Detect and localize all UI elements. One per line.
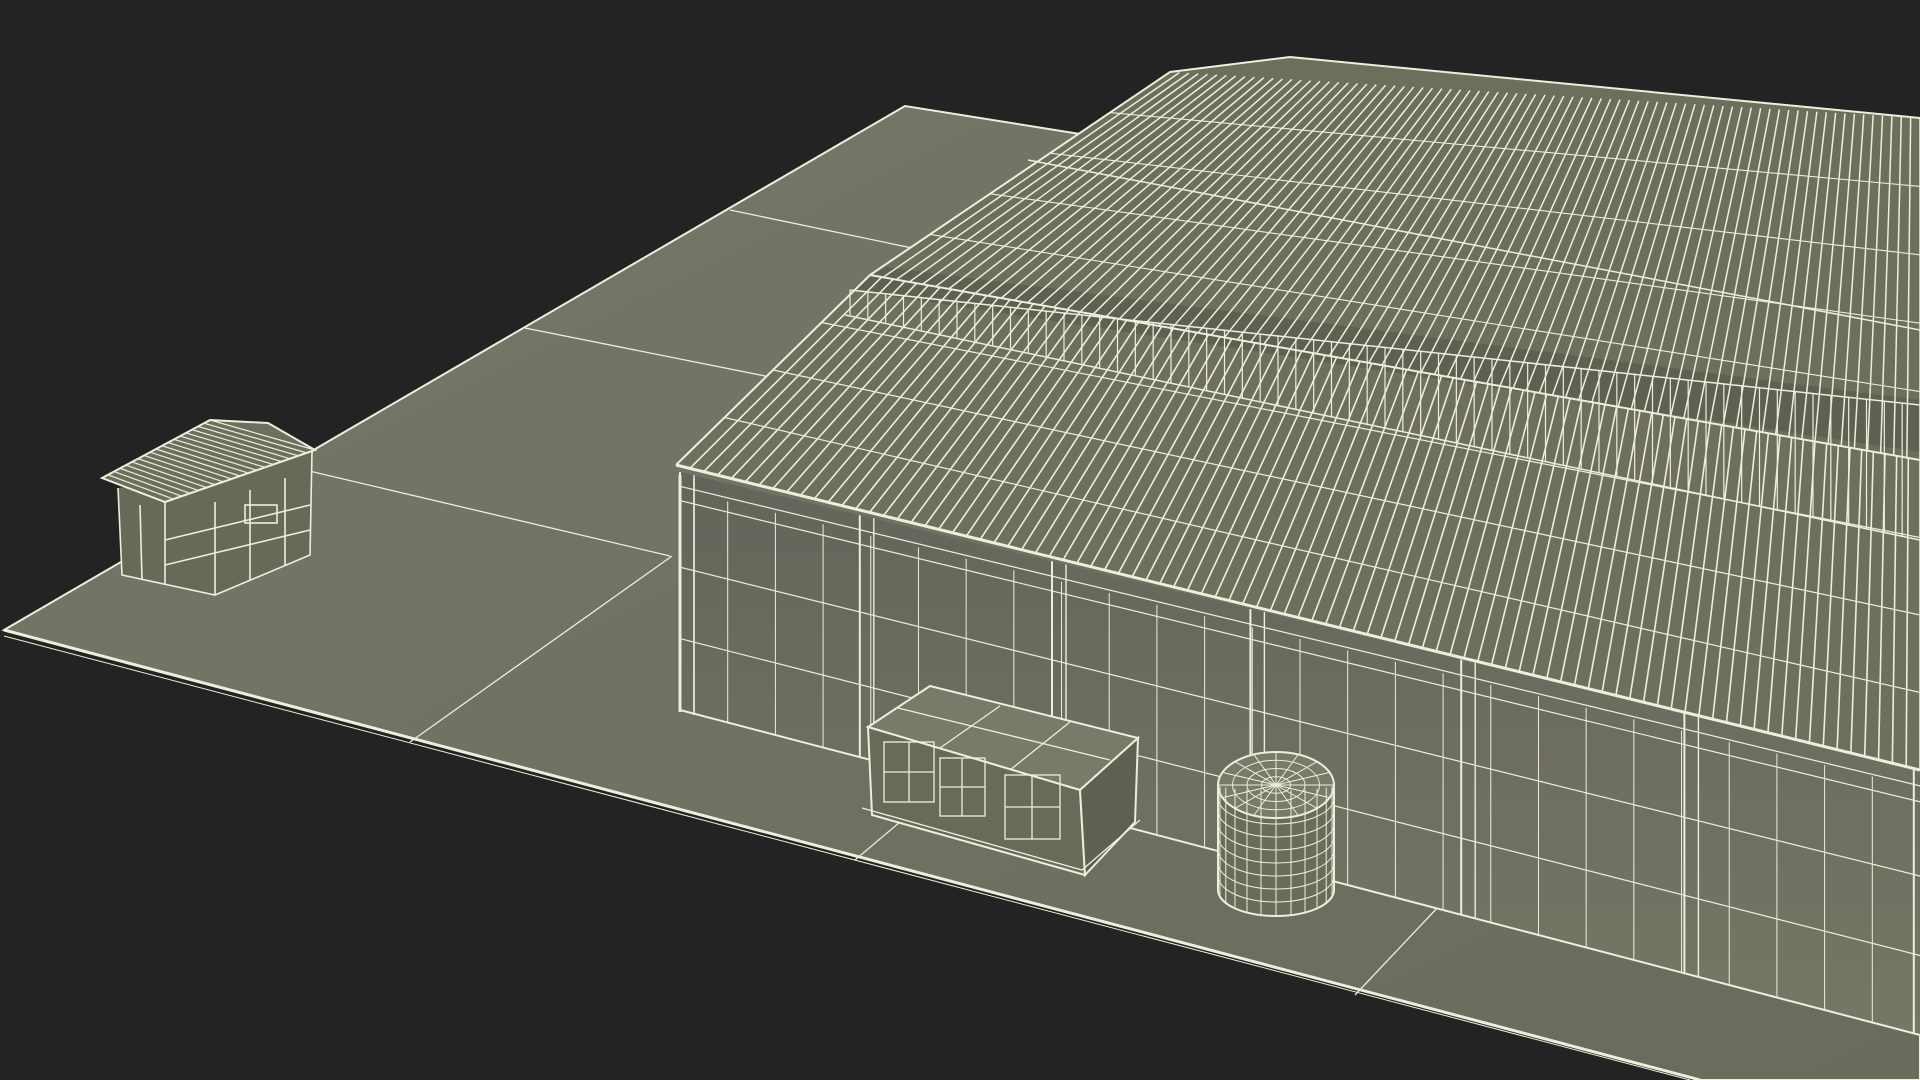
wireframe-render xyxy=(1,55,1920,1080)
3d-viewport[interactable] xyxy=(0,0,1920,1080)
water-tank[interactable] xyxy=(1217,751,1335,917)
